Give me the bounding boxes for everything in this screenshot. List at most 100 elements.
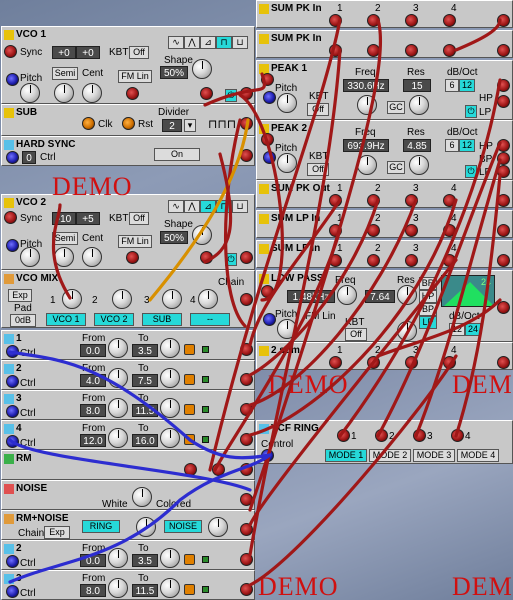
to-display[interactable]: 11.5 xyxy=(132,404,158,417)
to-knob[interactable] xyxy=(160,338,180,358)
sum-in-1-jack[interactable] xyxy=(329,224,342,237)
cent-knob[interactable] xyxy=(82,247,102,267)
res-display[interactable]: 7.64 xyxy=(365,290,395,303)
control-input-jack[interactable] xyxy=(261,449,274,462)
from-knob[interactable] xyxy=(108,368,128,388)
mix-level-3-knob[interactable] xyxy=(162,289,182,309)
noise-button[interactable]: NOISE xyxy=(164,520,202,533)
to-knob[interactable] xyxy=(160,398,180,418)
sync-input-jack[interactable] xyxy=(4,45,17,58)
pitch-knob[interactable] xyxy=(277,153,297,173)
vco2-out-jack-2[interactable] xyxy=(240,251,253,264)
pitch-input-jack[interactable] xyxy=(263,151,276,164)
sum-in-1-jack[interactable] xyxy=(329,14,342,27)
from-knob[interactable] xyxy=(108,338,128,358)
ctrl-input-jack[interactable] xyxy=(6,435,19,448)
rm-in-a-jack[interactable] xyxy=(184,463,197,476)
sum-in-3-jack[interactable] xyxy=(405,224,418,237)
rmnoise-out-jack[interactable] xyxy=(240,523,253,536)
sum-in-3-jack[interactable] xyxy=(405,254,418,267)
cent-knob[interactable] xyxy=(82,83,102,103)
vco1-out-jack[interactable] xyxy=(200,87,213,100)
sub-out-jack[interactable] xyxy=(240,117,253,130)
peak-in-jack[interactable] xyxy=(261,73,274,86)
hardsync-out-jack[interactable] xyxy=(240,149,253,162)
lp-out-jack[interactable] xyxy=(497,301,510,314)
sum-in-2-jack[interactable] xyxy=(367,44,380,57)
from-knob[interactable] xyxy=(108,578,128,598)
mix-level-4-knob[interactable] xyxy=(198,289,218,309)
wave-sine-button[interactable]: ∿ xyxy=(168,36,184,49)
mix-src-vco2[interactable]: VCO 2 xyxy=(94,313,134,326)
sum-in-1-jack[interactable] xyxy=(329,44,342,57)
ring-in-1-jack[interactable] xyxy=(337,429,350,442)
from-display[interactable]: 0.0 xyxy=(80,344,106,357)
mix-level-1-knob[interactable] xyxy=(62,289,82,309)
to-knob[interactable] xyxy=(160,548,180,568)
exp-button[interactable]: Exp xyxy=(44,526,70,539)
shape-knob[interactable] xyxy=(192,59,212,79)
freq-knob[interactable] xyxy=(337,285,357,305)
semi-knob[interactable] xyxy=(54,83,74,103)
to-display[interactable]: 3.5 xyxy=(132,344,158,357)
ring-knob[interactable] xyxy=(136,517,156,537)
rm-out-jack[interactable] xyxy=(240,463,253,476)
kbt-off-button[interactable]: Off xyxy=(307,103,329,116)
vco2-cent-display[interactable]: +5 xyxy=(76,212,100,225)
ctrl-out-jack[interactable] xyxy=(240,373,253,386)
ctrl-out-jack[interactable] xyxy=(240,583,253,596)
sum-in-2-jack[interactable] xyxy=(367,356,380,369)
noise-knob[interactable] xyxy=(208,517,228,537)
fm-input-jack[interactable] xyxy=(126,87,139,100)
mode-3-button[interactable]: MODE 3 xyxy=(413,449,455,462)
peak-in-jack[interactable] xyxy=(261,133,274,146)
pitch-knob[interactable] xyxy=(20,83,40,103)
mode-hp-button[interactable]: HP xyxy=(419,290,437,303)
to-display[interactable]: 7.5 xyxy=(132,374,158,387)
sum-in-2-jack[interactable] xyxy=(367,194,380,207)
to-display[interactable]: 3.5 xyxy=(132,554,158,567)
kbt-off-button[interactable]: Off xyxy=(345,328,367,341)
mode-lp-button[interactable]: LP xyxy=(419,316,437,329)
from-display[interactable]: 8.0 xyxy=(80,584,106,597)
to-display[interactable]: 11.5 xyxy=(132,584,158,597)
freq-knob[interactable] xyxy=(357,95,377,115)
slope-24-button[interactable]: 24 xyxy=(465,323,481,336)
lp-out-jack[interactable] xyxy=(497,165,510,178)
sum-in-3-jack[interactable] xyxy=(405,44,418,57)
noise-out-jack[interactable] xyxy=(240,493,253,506)
semi-button[interactable]: Semi xyxy=(52,232,78,245)
from-display[interactable]: 0.0 xyxy=(80,554,106,567)
res-knob[interactable] xyxy=(409,155,429,175)
power-button[interactable]: ⏻ xyxy=(465,165,477,178)
ctrl-display[interactable]: 0 xyxy=(22,151,36,164)
sum-in-1-jack[interactable] xyxy=(329,194,342,207)
to-display[interactable]: 16.0 xyxy=(132,434,158,447)
power-button[interactable]: ⏻ xyxy=(225,89,237,102)
ring-in-3-jack[interactable] xyxy=(413,429,426,442)
gc-button[interactable]: GC xyxy=(387,161,405,174)
rm-in-b-jack[interactable] xyxy=(212,463,225,476)
exp-button[interactable]: Exp xyxy=(8,289,32,302)
wave-square-button[interactable]: ⊓ xyxy=(216,36,232,49)
sum-out-jack[interactable] xyxy=(497,356,510,369)
pitch-knob[interactable] xyxy=(277,319,297,339)
pitch-input-jack[interactable] xyxy=(6,73,19,86)
sum-in-4-jack[interactable] xyxy=(443,254,456,267)
res-display[interactable]: 4.85 xyxy=(403,139,431,152)
wave-saw-button[interactable]: ⊿ xyxy=(200,36,216,49)
from-display[interactable]: 12.0 xyxy=(80,434,106,447)
ctrl-input-jack[interactable] xyxy=(6,151,19,164)
from-knob[interactable] xyxy=(108,428,128,448)
semi-button[interactable]: Semi xyxy=(52,67,78,80)
wave-square-button[interactable]: ⊓ xyxy=(216,200,232,213)
from-knob[interactable] xyxy=(108,398,128,418)
divider-display[interactable]: 2 xyxy=(162,119,182,132)
noise-color-knob[interactable] xyxy=(132,487,152,507)
fm-lin-button[interactable]: FM Lin xyxy=(118,235,152,248)
kbt-off-button[interactable]: Off xyxy=(129,46,149,59)
sum-in-4-jack[interactable] xyxy=(443,44,456,57)
vco1-out-jack-2[interactable] xyxy=(240,87,253,100)
sum-in-2-jack[interactable] xyxy=(367,14,380,27)
sum-out-jack[interactable] xyxy=(497,14,510,27)
